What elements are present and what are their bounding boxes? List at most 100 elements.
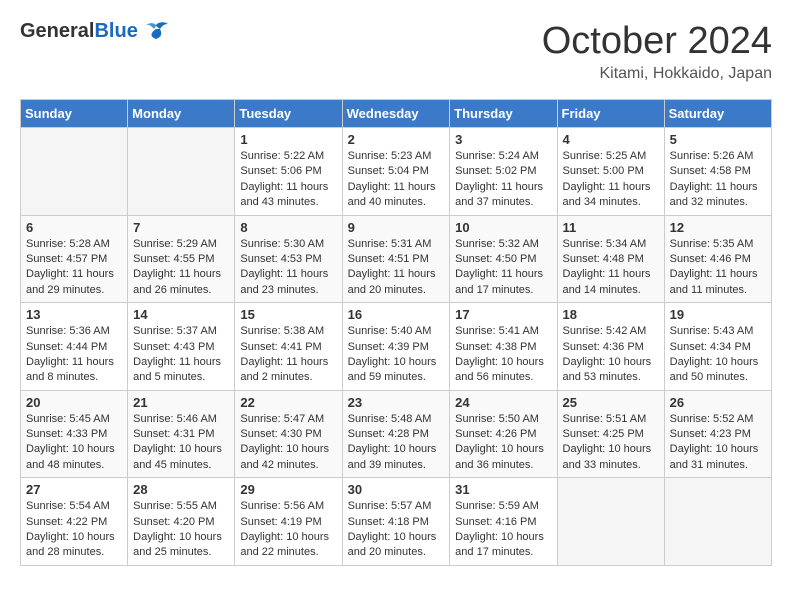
day-info: Sunrise: 5:28 AM Sunset: 4:57 PM Daylight:… <box>26 237 122 299</box>
calendar-week-row: 6 Sunrise: 5:28 AM Sunset: 4:57 PM Daylight… <box>21 215 772 303</box>
sunrise-text: Sunrise: 5:30 AM <box>240 238 324 250</box>
day-info: Sunrise: 5:26 AMSunset: 4:58 PMDaylight:… <box>670 149 766 211</box>
daylight-text: Daylight: 10 hours and 36 minutes. <box>455 443 544 470</box>
day-number: 31 <box>455 482 551 497</box>
daylight-text: Daylight: 11 hours and 5 minutes. <box>133 356 221 383</box>
sunrise-text: Sunrise: 5:47 AM <box>240 413 324 425</box>
day-number: 7 <box>133 220 229 235</box>
calendar-week-row: 1Sunrise: 5:22 AMSunset: 5:06 PMDaylight… <box>21 128 772 216</box>
day-info: Sunrise: 5:22 AMSunset: 5:06 PMDaylight:… <box>240 149 336 211</box>
day-info: Sunrise: 5:46 AMSunset: 4:31 PMDaylight:… <box>133 412 229 474</box>
day-number: 11 <box>563 220 659 235</box>
sunrise-text: Sunrise: 5:43 AM <box>670 325 754 337</box>
daylight-text: Daylight: 11 hours and 32 minutes. <box>670 181 758 208</box>
daylight-text: Daylight: 11 hours and 14 minutes. <box>563 268 651 295</box>
day-number: 25 <box>563 395 659 410</box>
daylight-text: Daylight: 11 hours and 17 minutes. <box>455 268 543 295</box>
daylight-text: Daylight: 11 hours and 37 minutes. <box>455 181 543 208</box>
calendar-cell: 29Sunrise: 5:56 AMSunset: 4:19 PMDayligh… <box>235 478 342 566</box>
sunset-text: Sunset: 4:58 PM <box>670 165 751 177</box>
daylight-text: Daylight: 11 hours and 20 minutes. <box>348 268 436 295</box>
calendar-week-row: 27Sunrise: 5:54 AMSunset: 4:22 PMDayligh… <box>21 478 772 566</box>
sunrise-text: Sunrise: 5:54 AM <box>26 500 110 512</box>
day-info: Sunrise: 5:38 AMSunset: 4:41 PMDaylight:… <box>240 324 336 386</box>
day-number: 18 <box>563 307 659 322</box>
calendar-cell: 30Sunrise: 5:57 AMSunset: 4:18 PMDayligh… <box>342 478 450 566</box>
sunset-text: Sunset: 4:25 PM <box>563 428 644 440</box>
day-number: 13 <box>26 307 122 322</box>
daylight-text: Daylight: 11 hours and 23 minutes. <box>240 268 328 295</box>
calendar-cell: 26Sunrise: 5:52 AMSunset: 4:23 PMDayligh… <box>664 390 771 478</box>
sunset-text: Sunset: 4:20 PM <box>133 516 214 528</box>
sunset-text: Sunset: 4:28 PM <box>348 428 429 440</box>
calendar-cell: 17 Sunrise: 5:41 AMSunset: 4:38 PMDayligh… <box>450 303 557 391</box>
day-info: Sunrise: 5:29 AMSunset: 4:55 PMDaylight:… <box>133 237 229 299</box>
sunset-text: Sunset: 4:44 PM <box>26 341 107 353</box>
sunrise-text: Sunrise: 5:51 AM <box>563 413 647 425</box>
day-info: Sunrise: 5:43 AMSunset: 4:34 PMDaylight:… <box>670 324 766 386</box>
day-info: Sunrise: 5:23 AMSunset: 5:04 PMDaylight:… <box>348 149 445 211</box>
sunset-text: Sunset: 4:55 PM <box>133 253 214 265</box>
sunset-text: Sunset: 4:38 PM <box>455 341 536 353</box>
daylight-text: Daylight: 10 hours and 50 minutes. <box>670 356 759 383</box>
page-header: GeneralBlue October 2024 Kitami, Hokkaid… <box>20 20 772 83</box>
day-info: Sunrise: 5:37 AMSunset: 4:43 PMDaylight:… <box>133 324 229 386</box>
day-number: 6 <box>26 220 122 235</box>
day-info: Sunrise: 5:45 AMSunset: 4:33 PMDaylight:… <box>26 412 122 474</box>
daylight-text: Daylight: 10 hours and 31 minutes. <box>670 443 759 470</box>
day-info: Sunrise: 5:32 AMSunset: 4:50 PMDaylight:… <box>455 237 551 299</box>
calendar-header-monday: Monday <box>128 100 235 128</box>
sunset-text: Sunset: 4:19 PM <box>240 516 321 528</box>
daylight-text: Daylight: 11 hours and 29 minutes. <box>26 268 114 295</box>
sunrise-text: Sunrise: 5:34 AM <box>563 238 647 250</box>
calendar-cell: 6 Sunrise: 5:28 AM Sunset: 4:57 PM Daylight… <box>21 215 128 303</box>
daylight-text: Daylight: 10 hours and 45 minutes. <box>133 443 222 470</box>
location-text: Kitami, Hokkaido, Japan <box>542 65 772 83</box>
calendar-week-row: 20Sunrise: 5:45 AMSunset: 4:33 PMDayligh… <box>21 390 772 478</box>
sunrise-text: Sunrise: 5:56 AM <box>240 500 324 512</box>
sunset-text: Sunset: 4:33 PM <box>26 428 107 440</box>
day-info: Sunrise: 5:35 AMSunset: 4:46 PMDaylight:… <box>670 237 766 299</box>
daylight-text: Daylight: 11 hours and 8 minutes. <box>26 356 114 383</box>
calendar-header-saturday: Saturday <box>664 100 771 128</box>
calendar-header-tuesday: Tuesday <box>235 100 342 128</box>
calendar-cell: 11 Sunrise: 5:34 AM Sunset: 4:48 PM Dayligh… <box>557 215 664 303</box>
calendar-cell: 28Sunrise: 5:55 AMSunset: 4:20 PMDayligh… <box>128 478 235 566</box>
day-info: Sunrise: 5:57 AMSunset: 4:18 PMDaylight:… <box>348 499 445 561</box>
day-info: Sunrise: 5:25 AMSunset: 5:00 PMDaylight:… <box>563 149 659 211</box>
day-number: 4 <box>563 132 659 147</box>
day-number: 19 <box>670 307 766 322</box>
title-section: October 2024 Kitami, Hokkaido, Japan <box>542 20 772 83</box>
day-number: 8 <box>240 220 336 235</box>
day-number: 23 <box>348 395 445 410</box>
sunset-text: Sunset: 4:53 PM <box>240 253 321 265</box>
day-number: 2 <box>348 132 445 147</box>
sunset-text: Sunset: 4:57 PM <box>26 253 107 265</box>
sunrise-text: Sunrise: 5:28 AM <box>26 238 110 250</box>
day-info: Sunrise: 5:42 AMSunset: 4:36 PMDaylight:… <box>563 324 659 386</box>
sunrise-text: Sunrise: 5:48 AM <box>348 413 432 425</box>
sunrise-text: Sunrise: 5:52 AM <box>670 413 754 425</box>
day-info: Sunrise: 5:59 AMSunset: 4:16 PMDaylight:… <box>455 499 551 561</box>
day-info: Sunrise: 5:41 AMSunset: 4:38 PMDaylight:… <box>455 324 551 386</box>
calendar-cell: 10Sunrise: 5:32 AMSunset: 4:50 PMDayligh… <box>450 215 557 303</box>
calendar-cell <box>21 128 128 216</box>
sunrise-text: Sunrise: 5:57 AM <box>348 500 432 512</box>
daylight-text: Daylight: 10 hours and 42 minutes. <box>240 443 329 470</box>
day-info: Sunrise: 5:52 AMSunset: 4:23 PMDaylight:… <box>670 412 766 474</box>
calendar-cell: 4 Sunrise: 5:25 AMSunset: 5:00 PMDaylight… <box>557 128 664 216</box>
calendar-cell: 22Sunrise: 5:47 AMSunset: 4:30 PMDayligh… <box>235 390 342 478</box>
sunrise-text: Sunrise: 5:59 AM <box>455 500 539 512</box>
day-number: 17 <box>455 307 551 322</box>
calendar-cell <box>664 478 771 566</box>
day-info: Sunrise: 5:50 AMSunset: 4:26 PMDaylight:… <box>455 412 551 474</box>
sunrise-text: Sunrise: 5:22 AM <box>240 150 324 162</box>
calendar-cell: 9Sunrise: 5:31 AMSunset: 4:51 PMDaylight… <box>342 215 450 303</box>
sunrise-text: Sunrise: 5:50 AM <box>455 413 539 425</box>
day-info: Sunrise: 5:24 AMSunset: 5:02 PMDaylight:… <box>455 149 551 211</box>
daylight-text: Daylight: 10 hours and 59 minutes. <box>348 356 437 383</box>
sunset-text: Sunset: 4:48 PM <box>563 253 644 265</box>
day-number: 28 <box>133 482 229 497</box>
sunset-text: Sunset: 5:06 PM <box>240 165 321 177</box>
daylight-text: Daylight: 11 hours and 11 minutes. <box>670 268 758 295</box>
